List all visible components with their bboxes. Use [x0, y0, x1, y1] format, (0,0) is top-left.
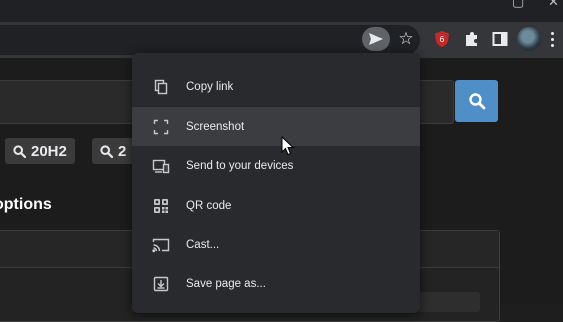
chrome-menu-button[interactable] [544, 28, 560, 50]
menu-item-label: Send to your devices [186, 159, 294, 172]
search-icon [468, 93, 485, 110]
star-icon: ☆ [398, 29, 414, 48]
bookmark-star-button[interactable]: ☆ [395, 27, 417, 51]
side-panel-button[interactable] [489, 28, 511, 50]
filter-chip-label: 20H2 [31, 142, 67, 160]
menu-item-label: Copy link [186, 80, 234, 93]
screenshot-icon [152, 118, 170, 136]
qr-code-icon [152, 197, 170, 215]
send-icon [369, 33, 383, 45]
share-button[interactable] [362, 27, 390, 51]
filter-chip-label: 2 [118, 142, 127, 160]
devices-icon [152, 157, 170, 175]
search-icon [13, 144, 26, 158]
section-heading: options [0, 196, 52, 213]
more-dot-icon [550, 31, 554, 35]
menu-item-save-page[interactable]: Save page as... [132, 264, 420, 303]
extension-button[interactable]: 6 [432, 29, 452, 49]
menu-item-label: Save page as... [186, 277, 266, 290]
more-dot-icon [550, 37, 554, 41]
shield-icon: 6 [435, 31, 449, 47]
copy-icon [152, 78, 170, 96]
extensions-button[interactable] [461, 28, 483, 50]
close-icon[interactable]: ✕ [548, 0, 559, 10]
search-icon [100, 144, 113, 158]
side-panel-icon [492, 32, 508, 46]
menu-item-label: QR code [186, 199, 232, 212]
window-titlebar: ▢ ✕ [0, 0, 563, 22]
filter-chip[interactable]: 20H2 [5, 138, 75, 164]
profile-avatar[interactable] [517, 27, 541, 51]
download-icon [152, 275, 170, 293]
menu-item-label: Screenshot [186, 120, 245, 133]
address-bar[interactable] [0, 25, 420, 55]
menu-item-screenshot[interactable]: Screenshot [132, 107, 420, 146]
menu-item-copy-link[interactable]: Copy link [132, 67, 420, 106]
more-dot-icon [550, 43, 554, 47]
maximize-icon[interactable]: ▢ [512, 0, 524, 10]
search-button[interactable] [455, 80, 498, 122]
extension-badge: 6 [440, 35, 445, 44]
menu-item-send-to-devices[interactable]: Send to your devices [132, 146, 420, 185]
menu-item-cast[interactable]: Cast... [132, 225, 420, 264]
page-button[interactable] [418, 292, 480, 312]
menu-item-label: Cast... [186, 238, 220, 251]
cast-icon [152, 236, 170, 254]
share-menu: Copy link Screenshot Send to your device… [132, 53, 420, 313]
puzzle-icon [466, 32, 477, 46]
menu-item-qr-code[interactable]: QR code [132, 186, 420, 225]
mouse-cursor-icon [281, 136, 295, 156]
